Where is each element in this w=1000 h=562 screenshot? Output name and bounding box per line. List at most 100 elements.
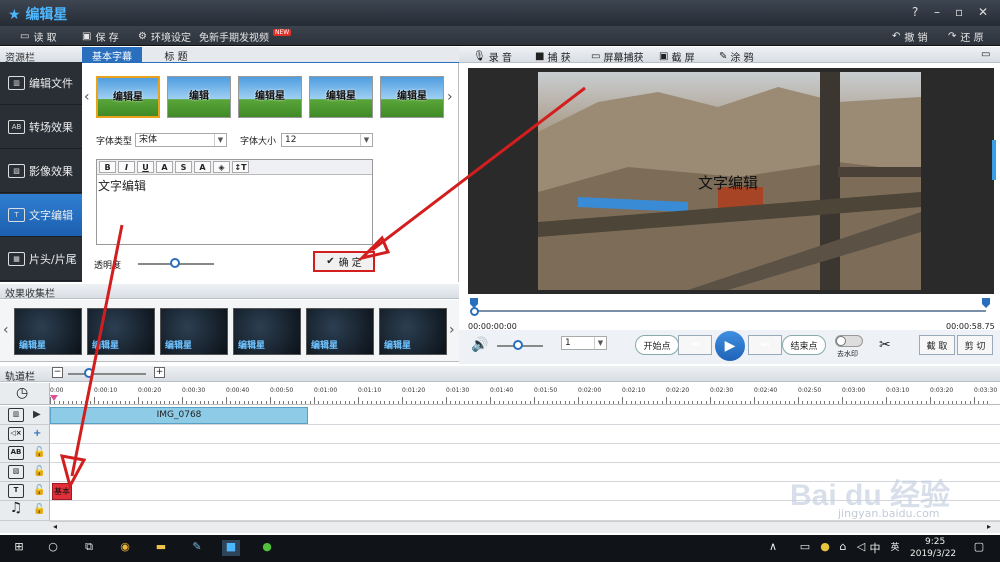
zoom-out-button[interactable]: − bbox=[52, 367, 63, 378]
lock-icon[interactable]: 🔓 bbox=[33, 466, 45, 477]
volume-slider-handle[interactable] bbox=[513, 340, 523, 350]
font-color-button[interactable]: A bbox=[156, 161, 173, 173]
task-view-icon[interactable]: ⧉ bbox=[80, 540, 98, 556]
speed-select[interactable]: 1 ▼ bbox=[561, 336, 607, 350]
zoom-in-button[interactable]: + bbox=[154, 367, 165, 378]
save-button[interactable]: ▣ 保 存 bbox=[82, 29, 119, 44]
notification-icon[interactable]: ▢ bbox=[970, 540, 988, 556]
effect-thumb[interactable]: 编辑星 bbox=[379, 308, 447, 355]
end-marker[interactable] bbox=[982, 298, 990, 308]
preset-thumb-3[interactable]: 编辑星 bbox=[238, 76, 302, 118]
tab-title[interactable]: 标 题 bbox=[146, 47, 206, 63]
undo-button[interactable]: ↶ 撤 销 bbox=[892, 29, 928, 44]
opacity-slider-handle[interactable] bbox=[170, 258, 180, 268]
paint-icon[interactable]: ✎ bbox=[188, 540, 206, 556]
playhead-handle[interactable] bbox=[470, 307, 479, 316]
lock-icon[interactable]: 🔓 bbox=[33, 447, 45, 458]
windows-start-icon[interactable]: ⊞ bbox=[10, 540, 28, 556]
screen-capture-button[interactable]: ▭ 屏幕捕获 bbox=[591, 49, 643, 64]
capture-button[interactable]: ■ 捕 获 bbox=[535, 49, 571, 64]
preview-scrollbar[interactable] bbox=[992, 140, 996, 180]
chevron-left-icon[interactable]: ‹ bbox=[84, 89, 90, 105]
split-button[interactable]: 剪 切 bbox=[957, 335, 993, 355]
end-point-button[interactable]: 结束点 bbox=[782, 335, 826, 355]
cut-button[interactable]: 截 取 bbox=[919, 335, 955, 355]
chevron-right-icon[interactable]: › bbox=[449, 322, 455, 338]
tray-chevron-icon[interactable]: ∧ bbox=[764, 540, 782, 556]
doodle-button[interactable]: ✎ 涂 鸦 bbox=[719, 49, 754, 64]
tutorial-link[interactable]: 免新手期发视频 NEW bbox=[199, 29, 292, 44]
clock-date[interactable]: 2019/3/22 bbox=[910, 549, 956, 559]
font-size-select[interactable]: 12 ▼ bbox=[281, 133, 373, 147]
italic-button[interactable]: I bbox=[118, 161, 135, 173]
watermark-toggle[interactable] bbox=[835, 335, 863, 347]
editor-app-icon[interactable]: ■ bbox=[222, 540, 240, 556]
lock-icon[interactable]: 🔓 bbox=[33, 485, 45, 496]
zoom-slider[interactable] bbox=[68, 373, 146, 375]
redo-button[interactable]: ↷ 还 原 bbox=[948, 29, 984, 44]
text-clip[interactable]: 基本 bbox=[52, 483, 72, 500]
scroll-left-icon[interactable]: ◂ bbox=[53, 522, 57, 531]
search-circle-icon[interactable]: ○ bbox=[44, 540, 62, 556]
preset-thumb-2[interactable]: 编辑 bbox=[167, 76, 231, 118]
chevron-right-icon[interactable]: › bbox=[447, 89, 453, 105]
chevron-left-icon[interactable]: ‹ bbox=[3, 322, 9, 338]
chrome-icon[interactable]: ◉ bbox=[116, 540, 134, 556]
network-icon[interactable]: ⌂ bbox=[834, 540, 852, 556]
speaker-icon[interactable]: 🔊 bbox=[471, 337, 488, 353]
video-clip[interactable]: IMG_0768 bbox=[50, 407, 308, 424]
add-track-icon[interactable]: + bbox=[33, 428, 41, 439]
sidebar-item-edit-file[interactable]: ▥ 编辑文件 bbox=[0, 62, 82, 105]
record-button[interactable]: 🎙 录 音 bbox=[473, 49, 512, 64]
zoom-slider-handle[interactable] bbox=[84, 368, 94, 378]
font-type-select[interactable]: 宋体 ▼ bbox=[135, 133, 227, 147]
scroll-right-icon[interactable]: ▸ bbox=[987, 522, 991, 531]
timeline-playhead[interactable] bbox=[50, 395, 58, 401]
ime-mode-indicator[interactable]: 英 bbox=[886, 540, 904, 556]
rewind-button[interactable]: ⏮ bbox=[678, 335, 712, 355]
track-video[interactable]: IMG_0768 bbox=[50, 406, 1000, 425]
env-settings-button[interactable]: ⚙ 环境设定 bbox=[138, 29, 191, 44]
subtitle-text-editor[interactable]: B I U A S A ◈ ↕T 文字编辑 bbox=[96, 159, 373, 245]
start-point-button[interactable]: 开始点 bbox=[635, 335, 679, 355]
underline-button[interactable]: U bbox=[137, 161, 154, 173]
close-button[interactable]: ✕ bbox=[978, 5, 988, 19]
outline-button[interactable]: A bbox=[194, 161, 211, 173]
play-button[interactable]: ▶ bbox=[715, 331, 745, 361]
read-button[interactable]: ▭ 读 取 bbox=[20, 29, 57, 44]
timeline-scrollbar[interactable]: ◂ ▸ bbox=[50, 521, 1000, 533]
play-track-icon[interactable]: ▶ bbox=[33, 409, 41, 420]
shadow-button[interactable]: S bbox=[175, 161, 192, 173]
screenshot-button[interactable]: ▣ 截 屏 bbox=[659, 49, 695, 64]
bold-button[interactable]: B bbox=[99, 161, 116, 173]
preset-thumb-1[interactable]: 编辑星 bbox=[96, 76, 160, 118]
clock-time[interactable]: 9:25 bbox=[925, 537, 945, 547]
effect-thumb[interactable]: 编辑星 bbox=[14, 308, 82, 355]
fast-forward-button[interactable]: ⏭ bbox=[748, 335, 782, 355]
track-transition[interactable] bbox=[50, 444, 1000, 463]
preset-thumb-5[interactable]: 编辑星 bbox=[380, 76, 444, 118]
lock-icon[interactable]: 🔓 bbox=[33, 504, 45, 515]
file-explorer-icon[interactable]: ▬ bbox=[152, 540, 170, 556]
tray-app-icon[interactable]: ● bbox=[816, 540, 834, 556]
scissors-icon[interactable]: ✂ bbox=[879, 337, 891, 353]
confirm-button[interactable]: ✔ 确 定 bbox=[313, 251, 375, 272]
effect-thumb[interactable]: 编辑星 bbox=[87, 308, 155, 355]
sidebar-item-transition[interactable]: AB 转场效果 bbox=[0, 106, 82, 149]
tab-basic-subtitle[interactable]: 基本字幕 bbox=[82, 47, 142, 63]
effect-thumb[interactable]: 编辑星 bbox=[233, 308, 301, 355]
effect-thumb[interactable]: 编辑星 bbox=[306, 308, 374, 355]
maximize-button[interactable]: ▫ bbox=[955, 5, 963, 19]
sidebar-item-text-edit[interactable]: T 文字编辑 bbox=[0, 194, 82, 237]
timeline-ruler[interactable]: 0:00 0:00:10 0:00:20 0:00:30 0:00:40 0:00:50 0… bbox=[50, 383, 1000, 405]
effect-thumb[interactable]: 编辑星 bbox=[160, 308, 228, 355]
sidebar-item-title-sequence[interactable]: ▦ 片头/片尾 bbox=[0, 238, 82, 281]
ime-indicator[interactable]: 中 bbox=[866, 540, 884, 556]
track-audio[interactable] bbox=[50, 425, 1000, 444]
playback-timeline[interactable] bbox=[470, 298, 990, 320]
wechat-icon[interactable]: ● bbox=[258, 540, 276, 556]
vertical-text-button[interactable]: ↕T bbox=[232, 161, 249, 173]
battery-icon[interactable]: ▭ bbox=[796, 540, 814, 556]
preset-thumb-4[interactable]: 编辑星 bbox=[309, 76, 373, 118]
sidebar-item-image-effect[interactable]: ▧ 影像效果 bbox=[0, 150, 82, 193]
